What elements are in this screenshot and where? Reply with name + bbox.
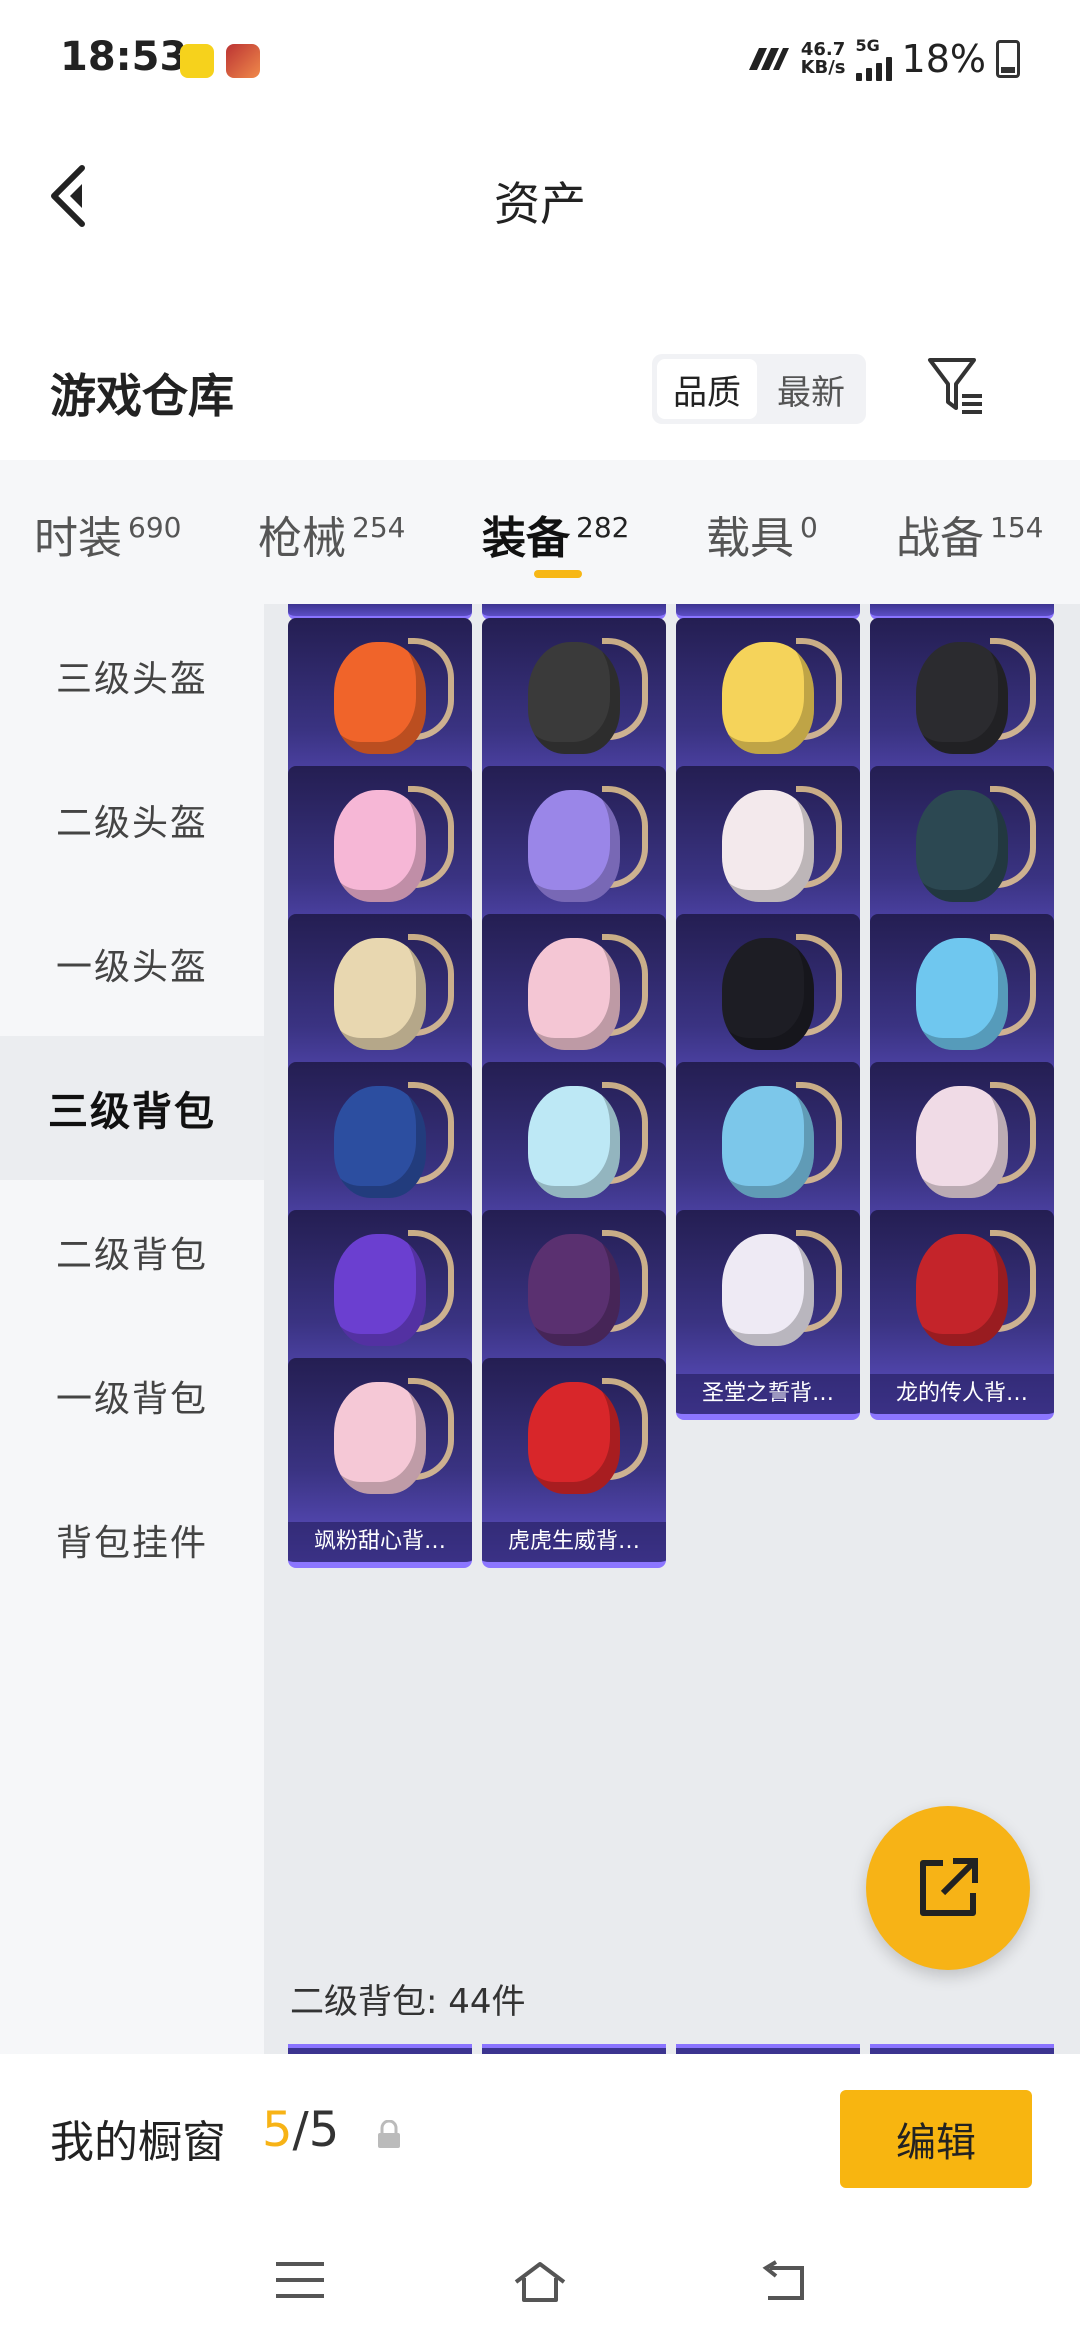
- side-item-level3-helmet[interactable]: 三级头盔: [0, 604, 264, 748]
- status-bar: 18:53 46.7 KB/s 5G 18%: [0, 0, 1080, 120]
- backpack-image: [528, 642, 620, 754]
- tab-supplies[interactable]: 战备 154: [896, 502, 1043, 566]
- backpack-image: [916, 1086, 1008, 1198]
- battery-icon: [996, 39, 1020, 78]
- backpack-image: [334, 642, 426, 754]
- backpack-image: [722, 642, 814, 754]
- card-peek: [288, 2044, 472, 2054]
- item-card[interactable]: 虎虎生威背…: [482, 1358, 666, 1568]
- share-button[interactable]: [866, 1806, 1030, 1970]
- home-icon[interactable]: [512, 2260, 568, 2304]
- backpack-image: [722, 1086, 814, 1198]
- item-card[interactable]: 龙的传人背…: [870, 1210, 1054, 1420]
- app-notification-icon: [180, 44, 214, 78]
- category-tabs: 时装 690 枪械 254 装备 282 载具 0 战备 154: [0, 460, 1080, 604]
- lock-icon: [378, 2120, 400, 2148]
- backpack-image: [528, 1234, 620, 1346]
- backpack-image: [528, 790, 620, 902]
- tab-vehicles[interactable]: 载具 0: [706, 502, 818, 566]
- card-peek: [870, 2044, 1054, 2054]
- item-name: 圣堂之誓背…: [676, 1374, 860, 1414]
- side-item-level1-helmet[interactable]: 一级头盔: [0, 892, 264, 1036]
- section-title: 二级背包: 44件: [290, 1982, 526, 2022]
- item-card[interactable]: 飒粉甜心背…: [288, 1358, 472, 1568]
- tab-fashion[interactable]: 时装 690: [34, 502, 181, 566]
- backpack-image: [528, 1086, 620, 1198]
- backpack-image: [916, 790, 1008, 902]
- sort-latest-button[interactable]: 最新: [757, 359, 865, 419]
- backpack-image: [334, 938, 426, 1050]
- page-title: 资产: [494, 177, 586, 231]
- backpack-image: [722, 938, 814, 1050]
- card-peek: [482, 2044, 666, 2054]
- net-speed: 46.7 KB/s: [800, 38, 846, 78]
- game-notification-icon: [226, 44, 260, 78]
- card-peek: [676, 2044, 860, 2054]
- battery-percent: 18%: [901, 36, 986, 81]
- network-type: 5G: [855, 36, 880, 55]
- backpack-image: [528, 1382, 620, 1494]
- item-name: 虎虎生威背…: [482, 1522, 666, 1562]
- item-name: 龙的传人背…: [870, 1374, 1054, 1414]
- showcase-bar: 我的橱窗 5/5 编辑: [0, 2054, 1080, 2224]
- item-card[interactable]: 圣堂之誓背…: [676, 1210, 860, 1420]
- nfc-icon: [748, 47, 789, 70]
- sort-quality-button[interactable]: 品质: [657, 359, 757, 419]
- backpack-image: [334, 1234, 426, 1346]
- side-nav: 三级头盔 二级头盔 一级头盔 三级背包 二级背包 一级背包 背包挂件: [0, 604, 264, 2054]
- backpack-image: [916, 938, 1008, 1050]
- edit-button[interactable]: 编辑: [840, 2090, 1032, 2188]
- system-nav-bar: [0, 2224, 1080, 2344]
- share-external-icon: [920, 1858, 978, 1916]
- side-item-level1-backpack[interactable]: 一级背包: [0, 1324, 264, 1468]
- signal-icon: [855, 55, 892, 81]
- status-time: 18:53: [60, 34, 188, 80]
- side-item-backpack-pendant[interactable]: 背包挂件: [0, 1468, 264, 1612]
- tab-weapons[interactable]: 枪械 254: [258, 502, 405, 566]
- backpack-image: [334, 1086, 426, 1198]
- backpack-image: [722, 790, 814, 902]
- backpack-image: [334, 790, 426, 902]
- tab-equipment[interactable]: 装备 282: [482, 502, 629, 566]
- backpack-image: [722, 1234, 814, 1346]
- backpack-image: [916, 1234, 1008, 1346]
- active-tab-indicator: [534, 570, 582, 578]
- filter-icon[interactable]: [926, 356, 986, 416]
- backpack-image: [334, 1382, 426, 1494]
- side-item-level3-backpack[interactable]: 三级背包: [0, 1036, 264, 1180]
- warehouse-title: 游戏仓库: [50, 369, 234, 423]
- backpack-image: [528, 938, 620, 1050]
- sort-toggle: 品质 最新: [652, 354, 866, 424]
- menu-icon[interactable]: [276, 2260, 324, 2300]
- side-item-level2-backpack[interactable]: 二级背包: [0, 1180, 264, 1324]
- side-item-level2-helmet[interactable]: 二级头盔: [0, 748, 264, 892]
- showcase-label: 我的橱窗: [50, 2117, 226, 2168]
- item-name: 飒粉甜心背…: [288, 1522, 472, 1562]
- back-icon[interactable]: [756, 2260, 808, 2304]
- backpack-image: [916, 642, 1008, 754]
- showcase-count: 5/5: [262, 2102, 340, 2158]
